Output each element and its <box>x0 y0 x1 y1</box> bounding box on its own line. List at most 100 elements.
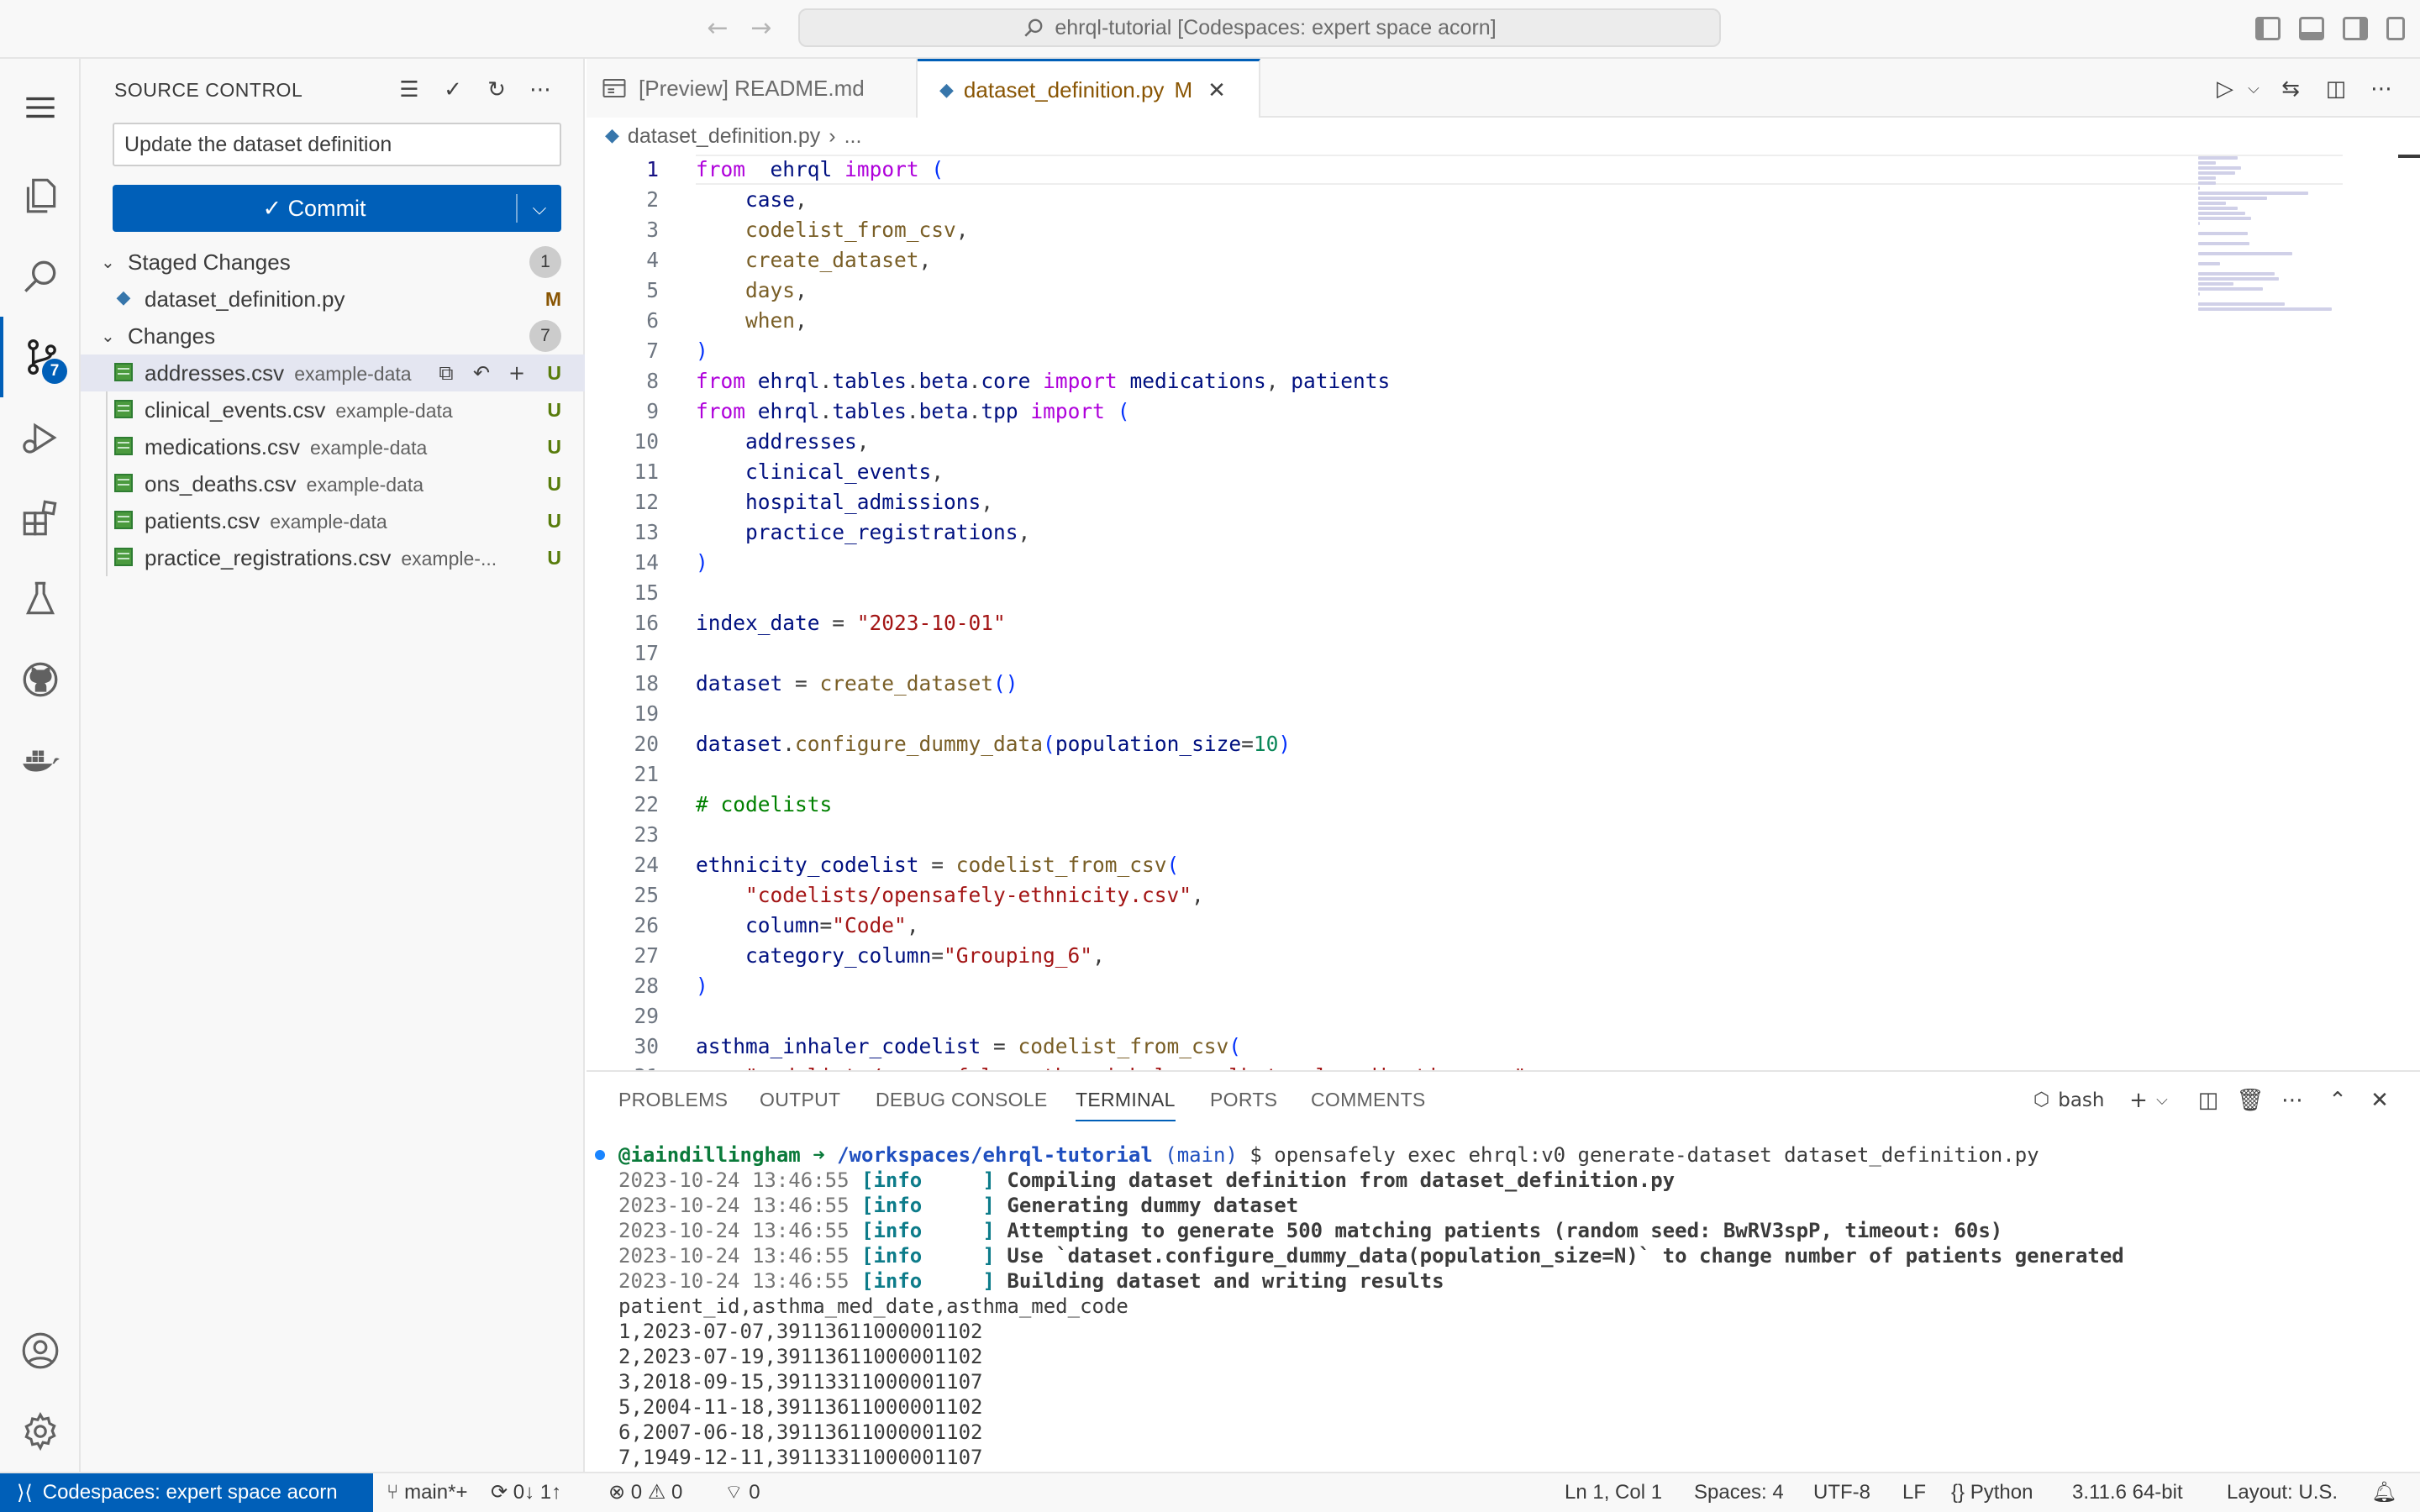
code-line[interactable]: codelist_from_csv, <box>696 215 2343 245</box>
tab-debug-console[interactable]: DEBUG CONSOLE <box>876 1089 1048 1120</box>
testing-icon[interactable] <box>0 559 81 639</box>
notifications-bell-icon[interactable]: 🔔︎ <box>2371 1473 2396 1512</box>
discard-changes-icon[interactable]: ↶ <box>467 361 496 385</box>
settings-gear-icon[interactable] <box>0 1391 81 1472</box>
python-interpreter[interactable]: 3.11.6 64-bit <box>2072 1473 2183 1512</box>
encoding[interactable]: UTF-8 <box>1813 1473 1870 1512</box>
chevron-down-icon[interactable]: ⌵ <box>518 185 561 232</box>
commit-message-input[interactable]: Update the dataset definition <box>113 123 561 166</box>
branch-indicator[interactable]: ⑂ main*+ <box>387 1473 467 1512</box>
code-line[interactable]: practice_registrations, <box>696 517 2343 548</box>
open-file-icon[interactable]: ⧉ <box>432 361 460 385</box>
refresh-icon[interactable]: ↻ <box>482 76 511 104</box>
more-actions-icon[interactable]: ⋯ <box>2366 74 2396 104</box>
menu-icon[interactable] <box>0 67 81 148</box>
open-changes-icon[interactable]: ⇆ <box>2275 74 2306 104</box>
code-line[interactable]: days, <box>696 276 2343 306</box>
stage-changes-icon[interactable]: + <box>502 361 531 385</box>
list-item[interactable]: practice_registrations.csv example-... U <box>81 539 585 576</box>
sync-indicator[interactable]: ⟳ 0↓ 1↑ <box>491 1473 561 1512</box>
tab-comments[interactable]: COMMENTS <box>1311 1089 1426 1120</box>
code-line[interactable]: index_date = "2023-10-01" <box>696 608 2343 638</box>
run-and-debug-icon[interactable] <box>0 397 81 478</box>
code-line[interactable]: create_dataset, <box>696 245 2343 276</box>
code-line[interactable]: "codelists/opensafely-asthma-inhaler-sal… <box>696 1062 2343 1070</box>
code-line[interactable]: hospital_admissions, <box>696 487 2343 517</box>
code-line[interactable]: clinical_events, <box>696 457 2343 487</box>
extensions-icon[interactable] <box>0 478 81 559</box>
more-actions-icon[interactable]: ⋯ <box>526 76 555 104</box>
close-icon[interactable]: ✕ <box>1207 78 1226 103</box>
close-icon[interactable]: ✕ <box>2365 1085 2395 1116</box>
cursor-position[interactable]: Ln 1, Col 1 <box>1565 1473 1662 1512</box>
code-line[interactable]: ) <box>696 971 2343 1001</box>
code-content[interactable]: from ehrql import ( case, codelist_from_… <box>696 155 2343 1070</box>
list-item[interactable]: clinical_events.csv example-data U <box>81 391 585 428</box>
code-line[interactable]: dataset = create_dataset() <box>696 669 2343 699</box>
code-line[interactable] <box>696 820 2343 850</box>
commit-check-icon[interactable]: ✓ <box>439 76 467 104</box>
code-line[interactable]: when, <box>696 306 2343 336</box>
terminal-output[interactable]: @iaindillingham ➜ /workspaces/ehrql-tuto… <box>587 1142 2420 1473</box>
search-icon[interactable] <box>0 236 81 317</box>
code-line[interactable]: ethnicity_codelist = codelist_from_csv( <box>696 850 2343 880</box>
changes-header[interactable]: ⌄ Changes 7 <box>81 318 585 354</box>
command-center-search[interactable]: ehrql-tutorial [Codespaces: expert space… <box>798 8 1721 47</box>
tab-dataset-definition[interactable]: ◆ dataset_definition.py M ✕ <box>918 59 1260 119</box>
commit-main-button[interactable]: ✓ Commit <box>113 185 516 232</box>
maximize-panel-icon[interactable]: ⌃ <box>2323 1085 2353 1116</box>
source-control-icon[interactable]: 7 <box>0 317 81 397</box>
code-line[interactable]: ) <box>696 548 2343 578</box>
code-line[interactable]: # codelists <box>696 790 2343 820</box>
staged-changes-header[interactable]: ⌄ Staged Changes 1 <box>81 244 585 281</box>
code-line[interactable] <box>696 1001 2343 1032</box>
list-item[interactable]: ◆ dataset_definition.py M <box>81 281 585 318</box>
code-line[interactable]: from ehrql.tables.beta.core import medic… <box>696 366 2343 396</box>
tab-ports[interactable]: PORTS <box>1210 1089 1277 1120</box>
keyboard-layout[interactable]: Layout: U.S. <box>2227 1473 2338 1512</box>
code-line[interactable]: category_column="Grouping_6", <box>696 941 2343 971</box>
github-icon[interactable] <box>0 639 81 720</box>
new-terminal-icon[interactable]: + <box>2124 1085 2153 1116</box>
toggle-panel-icon[interactable] <box>2299 17 2324 40</box>
code-line[interactable] <box>696 638 2343 669</box>
code-line[interactable] <box>696 578 2343 608</box>
tab-problems[interactable]: PROBLEMS <box>618 1089 728 1120</box>
tab-output[interactable]: OUTPUT <box>760 1089 840 1120</box>
explorer-icon[interactable] <box>0 155 81 236</box>
remote-indicator[interactable]: ⟩⟨ Codespaces: expert space acorn <box>0 1473 373 1512</box>
chevron-down-icon[interactable]: ⌵ <box>2151 1085 2173 1116</box>
terminal-shell-selector[interactable]: ⬡ bash <box>2033 1085 2118 1116</box>
view-as-tree-icon[interactable]: ☰ <box>395 76 424 104</box>
problems-indicator[interactable]: ⊗ 0 ⚠ 0 <box>608 1473 682 1512</box>
code-line[interactable] <box>696 759 2343 790</box>
trash-icon[interactable]: 🗑 <box>2235 1085 2265 1116</box>
code-line[interactable]: case, <box>696 185 2343 215</box>
code-line[interactable]: addresses, <box>696 427 2343 457</box>
commit-button[interactable]: ✓ Commit ⌵ <box>113 185 561 232</box>
end-of-line[interactable]: LF <box>1902 1473 1926 1512</box>
language-mode[interactable]: {} Python <box>1951 1473 2033 1512</box>
accounts-icon[interactable] <box>0 1310 81 1391</box>
list-item[interactable]: addresses.csv example-data ⧉ ↶ + U <box>81 354 585 391</box>
code-line[interactable]: column="Code", <box>696 911 2343 941</box>
breadcrumb-symbols[interactable]: ... <box>844 124 862 149</box>
code-line[interactable]: from ehrql.tables.beta.tpp import ( <box>696 396 2343 427</box>
code-line[interactable]: dataset.configure_dummy_data(population_… <box>696 729 2343 759</box>
forward-arrow-icon[interactable]: → <box>746 13 776 44</box>
ports-indicator[interactable]: ⌔ 0 <box>724 1473 760 1512</box>
code-line[interactable] <box>696 699 2343 729</box>
docker-icon[interactable] <box>0 720 81 801</box>
split-editor-icon[interactable]: ◫ <box>2321 74 2351 104</box>
breadcrumb-file[interactable]: dataset_definition.py <box>628 124 820 149</box>
split-terminal-icon[interactable]: ◫ <box>2193 1085 2223 1116</box>
more-actions-icon[interactable]: ⋯ <box>2277 1085 2307 1116</box>
toggle-primary-sidebar-icon[interactable] <box>2255 17 2281 40</box>
code-editor[interactable]: 1 2 3 4 5 6 7 8 9 10 11 12 13 14 15 16 17 18 19 20 21 22 23 24 2… <box>587 155 2420 1070</box>
list-item[interactable]: ons_deaths.csv example-data U <box>81 465 585 502</box>
chevron-down-icon[interactable]: ⌵ <box>2238 74 2269 104</box>
code-line[interactable]: from ehrql import ( <box>696 155 2343 185</box>
tab-readme-preview[interactable]: [Preview] README.md <box>587 59 918 118</box>
indentation[interactable]: Spaces: 4 <box>1694 1473 1784 1512</box>
toggle-secondary-sidebar-icon[interactable] <box>2343 17 2368 40</box>
